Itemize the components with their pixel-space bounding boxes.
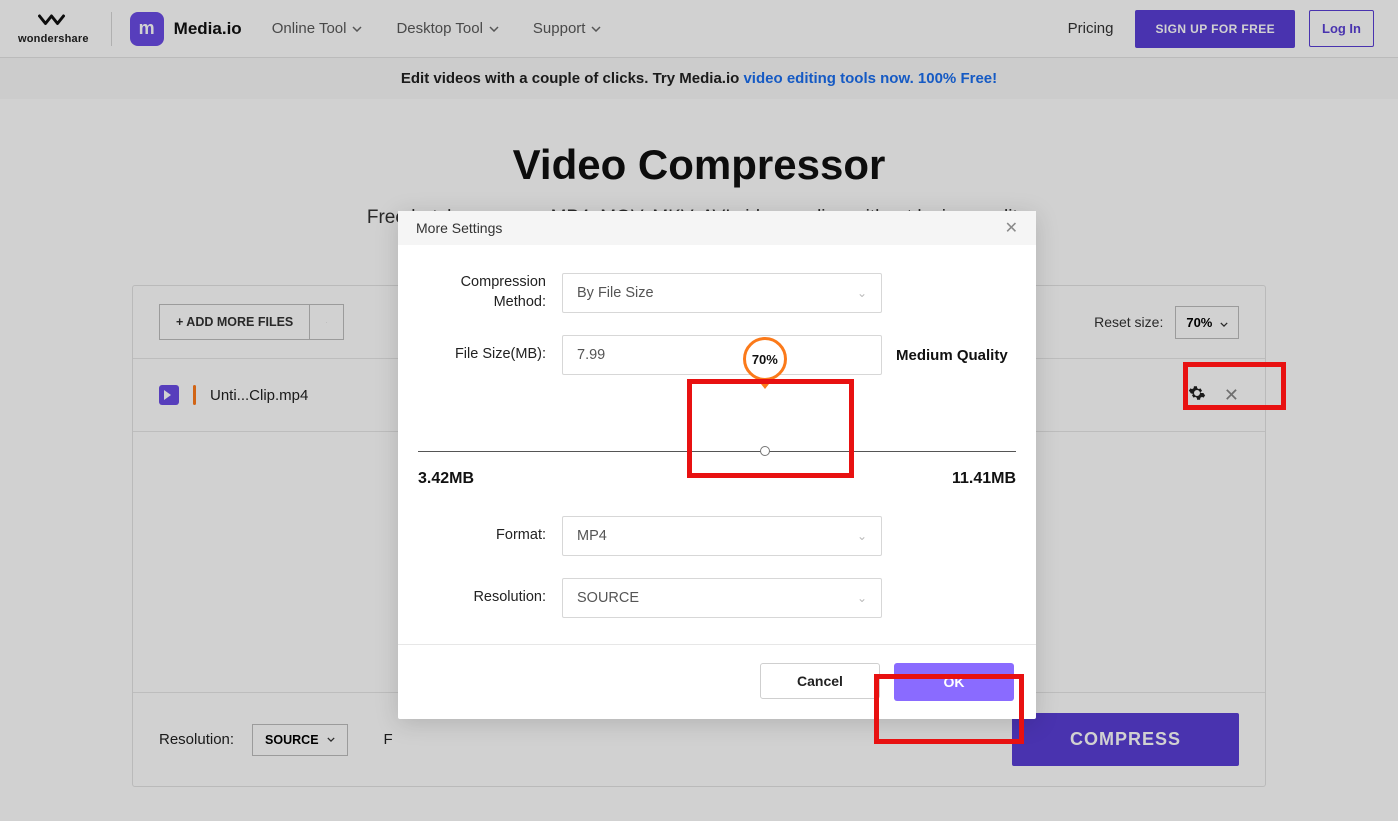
- caret-down-icon: [1220, 322, 1228, 327]
- format-label: Format:: [416, 526, 562, 546]
- modal-title: More Settings: [416, 220, 502, 236]
- footer-format-label: F: [384, 731, 393, 748]
- page-title: Video Compressor: [0, 141, 1398, 189]
- caret-down-icon: [326, 320, 327, 325]
- nav-online-tool[interactable]: Online Tool: [272, 20, 363, 37]
- quality-indicator: Medium Quality: [896, 347, 1008, 364]
- chevron-down-icon: ⌄: [857, 529, 867, 543]
- gear-icon: [1188, 384, 1206, 402]
- file-remove-button[interactable]: ✕: [1224, 385, 1239, 406]
- cancel-button[interactable]: Cancel: [760, 663, 880, 699]
- file-size-input[interactable]: 7.99: [562, 335, 882, 375]
- reset-size-select[interactable]: 70%: [1175, 306, 1239, 339]
- add-more-files-button[interactable]: + ADD MORE FILES: [159, 304, 310, 340]
- mediaio-icon[interactable]: m: [130, 12, 164, 46]
- slider-min-label: 3.42MB: [418, 470, 474, 488]
- resolution-label: Resolution:: [416, 588, 562, 608]
- chevron-down-icon: [489, 26, 499, 32]
- file-accent-bar: [193, 385, 196, 405]
- chevron-down-icon: ⌄: [857, 286, 867, 300]
- compression-method-select[interactable]: By File Size⌄: [562, 273, 882, 313]
- add-more-files-dropdown[interactable]: [310, 304, 344, 340]
- footer-resolution-select[interactable]: SOURCE: [252, 724, 347, 756]
- promo-lead: Edit videos with a couple of clicks. Try…: [401, 70, 739, 87]
- nav-support[interactable]: Support: [533, 20, 602, 37]
- reset-size-label: Reset size:: [1094, 314, 1163, 330]
- product-name[interactable]: Media.io: [174, 19, 242, 39]
- compress-button[interactable]: COMPRESS: [1012, 713, 1239, 766]
- top-navbar: wondershare m Media.io Online Tool Deskt…: [0, 0, 1398, 58]
- wondershare-text: wondershare: [18, 33, 89, 45]
- signup-button[interactable]: SIGN UP FOR FREE: [1135, 10, 1295, 48]
- promo-link[interactable]: video editing tools now. 100% Free!: [743, 70, 997, 87]
- add-more-files-group: + ADD MORE FILES: [159, 304, 344, 340]
- nav-desktop-tool[interactable]: Desktop Tool: [396, 20, 498, 37]
- chevron-down-icon: [352, 26, 362, 32]
- slider-bubble: 70%: [743, 337, 787, 381]
- caret-down-icon: [327, 737, 335, 742]
- modal-close-button[interactable]: ✕: [1005, 218, 1018, 238]
- file-settings-button[interactable]: [1188, 384, 1206, 407]
- wondershare-logo[interactable]: wondershare: [18, 13, 89, 45]
- nav-pricing[interactable]: Pricing: [1068, 20, 1114, 37]
- video-thumb-icon: [159, 385, 179, 405]
- resolution-select[interactable]: SOURCE⌄: [562, 578, 882, 618]
- main-nav: Online Tool Desktop Tool Support: [272, 20, 602, 37]
- slider-thumb[interactable]: [760, 446, 770, 456]
- slider-max-label: 11.41MB: [952, 470, 1016, 488]
- divider: [111, 12, 112, 46]
- login-button[interactable]: Log In: [1309, 10, 1374, 47]
- more-settings-modal: More Settings ✕ Compression Method: By F…: [398, 211, 1036, 719]
- compression-method-label: Compression Method:: [416, 273, 562, 312]
- file-size-label: File Size(MB):: [416, 345, 562, 365]
- chevron-down-icon: ⌄: [857, 591, 867, 605]
- file-name: Unti...Clip.mp4: [210, 387, 308, 404]
- ok-button[interactable]: OK: [894, 663, 1014, 701]
- promo-banner: Edit videos with a couple of clicks. Try…: [0, 58, 1398, 99]
- compression-slider[interactable]: 70% 3.42MB 11.41MB: [418, 397, 1016, 488]
- footer-resolution-label: Resolution:: [159, 731, 234, 748]
- format-select[interactable]: MP4⌄: [562, 516, 882, 556]
- slider-track[interactable]: [418, 451, 1016, 452]
- chevron-down-icon: [591, 26, 601, 32]
